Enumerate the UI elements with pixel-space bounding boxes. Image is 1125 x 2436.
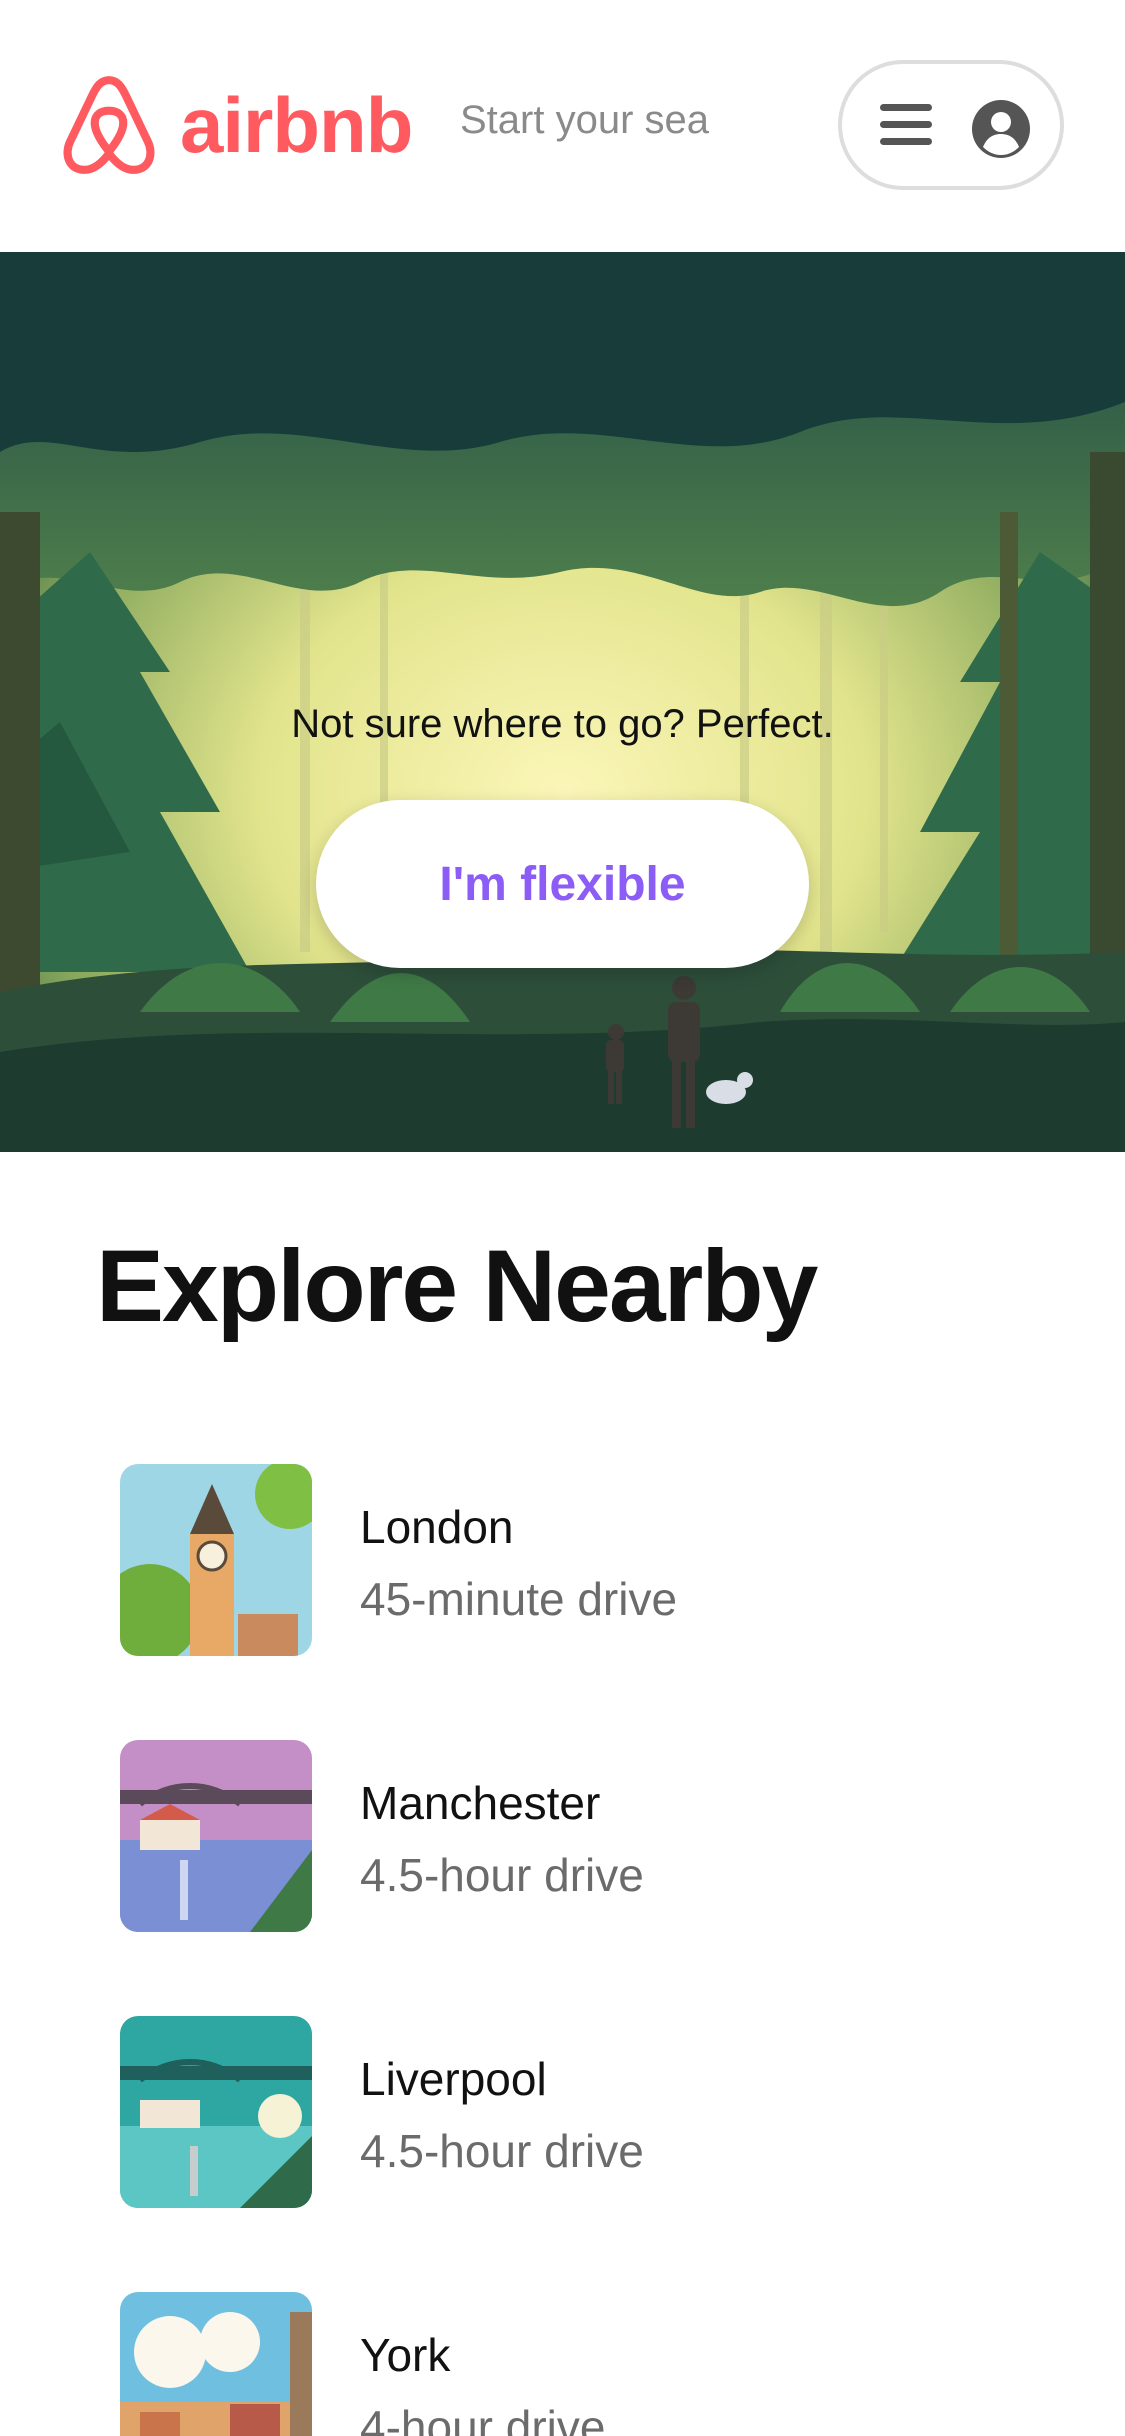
york-thumbnail bbox=[120, 2292, 312, 2436]
place-item-london[interactable]: London 45-minute drive bbox=[120, 1464, 1020, 1656]
place-item-manchester[interactable]: Manchester 4.5-hour drive bbox=[120, 1740, 1020, 1932]
place-item-york[interactable]: York 4-hour drive bbox=[120, 2292, 1020, 2436]
place-name: Manchester bbox=[360, 1777, 601, 1829]
airbnb-logo-icon bbox=[63, 76, 155, 174]
hamburger-icon bbox=[880, 104, 932, 146]
place-drive-time: 4.5-hour drive bbox=[360, 2125, 644, 2177]
hero-tagline: Not sure where to go? Perfect. bbox=[291, 702, 834, 746]
place-name: London bbox=[360, 1501, 514, 1553]
place-name: Liverpool bbox=[360, 2053, 547, 2105]
place-drive-time: 4.5-hour drive bbox=[360, 1849, 644, 1901]
london-thumbnail bbox=[120, 1464, 312, 1656]
airbnb-logo[interactable]: airbnb bbox=[58, 72, 413, 178]
manchester-thumbnail bbox=[120, 1740, 312, 1932]
hero-banner: Not sure where to go? Perfect. I'm flexi… bbox=[0, 252, 1125, 1152]
place-item-liverpool[interactable]: Liverpool 4.5-hour drive bbox=[120, 2016, 1020, 2208]
search-input[interactable] bbox=[460, 98, 730, 143]
brand-name: airbnb bbox=[180, 81, 413, 169]
liverpool-thumbnail bbox=[120, 2016, 312, 2208]
explore-nearby-heading: Explore Nearby bbox=[96, 1229, 818, 1343]
user-circle-icon bbox=[972, 100, 1030, 158]
place-name: York bbox=[360, 2329, 451, 2381]
place-drive-time: 4-hour drive bbox=[360, 2401, 606, 2436]
search-bar[interactable] bbox=[460, 98, 730, 154]
top-header: airbnb bbox=[0, 0, 1125, 252]
im-flexible-button[interactable]: I'm flexible bbox=[316, 800, 809, 968]
place-drive-time: 45-minute drive bbox=[360, 1573, 678, 1625]
user-menu-button[interactable] bbox=[838, 60, 1064, 190]
